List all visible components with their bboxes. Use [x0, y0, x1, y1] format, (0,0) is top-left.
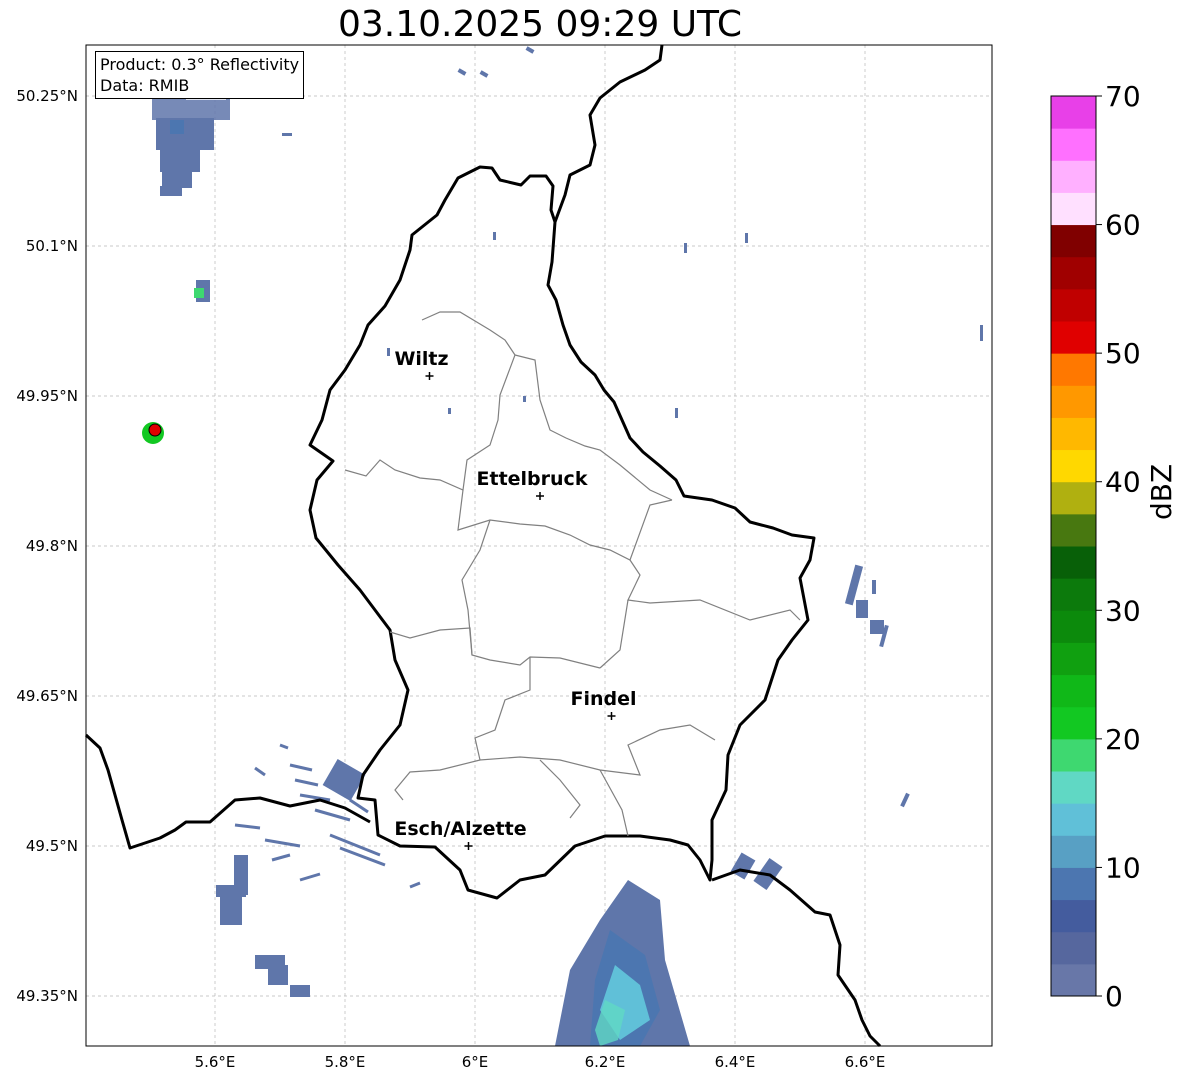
lat-tick-label: 49.95°N [16, 387, 78, 405]
city-marker: Wiltz [394, 348, 449, 380]
lon-tick-label: 6.4°E [715, 1053, 756, 1071]
colorbar-segment [1051, 192, 1096, 226]
city-label: Esch/Alzette [394, 818, 526, 840]
colorbar-segment [1051, 321, 1096, 354]
product-label: Product: 0.3° Reflectivity [100, 55, 300, 74]
colorbar-segment [1051, 867, 1096, 901]
data-source-label: Data: RMIB [100, 76, 190, 95]
city-markers: Wiltz Ettelbruck Findel Esch/Alzette [394, 348, 637, 850]
colorbar-segment [1051, 835, 1096, 868]
lon-tick-label: 5.8°E [325, 1053, 366, 1071]
country-borders [84, 44, 882, 1048]
colorbar-unit-label: dBZ [1145, 463, 1178, 520]
city-label: Ettelbruck [477, 468, 588, 490]
colorbar-segment [1051, 931, 1096, 965]
colorbar-tick-label: 30 [1105, 594, 1141, 627]
lon-tick-label: 6.2°E [585, 1053, 626, 1071]
axis-ticks: 50.25°N 50.1°N 49.95°N 49.8°N 49.65°N 49.5°N 4… [16, 87, 885, 1071]
colorbar-segment [1051, 674, 1096, 708]
colorbar-segment [1051, 578, 1096, 611]
product-info-box: Product: 0.3° Reflectivity Data: RMIB [95, 51, 305, 99]
lat-tick-label: 50.25°N [16, 87, 78, 105]
colorbar-segment [1051, 417, 1096, 451]
city-label: Wiltz [394, 348, 448, 370]
lon-tick-label: 5.6°E [195, 1053, 236, 1071]
lat-tick-label: 49.5°N [26, 837, 78, 855]
city-marker: Findel [570, 688, 637, 720]
lon-tick-label: 6.6°E [845, 1053, 886, 1071]
lat-tick-label: 49.35°N [16, 987, 78, 1005]
city-marker: Ettelbruck [477, 468, 588, 500]
lon-tick-label: 6°E [462, 1053, 489, 1071]
colorbar-tick-label: 50 [1105, 337, 1141, 370]
colorbar-segment [1051, 803, 1096, 836]
colorbar-segment [1051, 610, 1096, 643]
colorbar-segment [1051, 353, 1096, 386]
colorbar: 0 10 20 30 40 50 60 70 [1050, 80, 1141, 1013]
colorbar-segment [1051, 899, 1096, 933]
colorbar-segment [1051, 160, 1096, 193]
colorbar-segment [1051, 224, 1096, 258]
radar-map: 50.25°N 50.1°N 49.95°N 49.8°N 49.65°N 49.5°N 4… [16, 44, 1141, 1071]
colorbar-tick-label: 70 [1105, 80, 1141, 113]
colorbar-segment [1051, 128, 1096, 161]
lat-tick-label: 50.1°N [26, 237, 78, 255]
colorbar-segment [1051, 288, 1096, 322]
lat-tick-label: 49.65°N [16, 687, 78, 705]
colorbar-segment [1051, 513, 1096, 547]
colorbar-tick-label: 0 [1105, 980, 1123, 1013]
colorbar-segment [1051, 385, 1096, 418]
colorbar-segment [1051, 96, 1096, 129]
colorbar-segment [1051, 481, 1096, 515]
lat-tick-label: 49.8°N [26, 537, 78, 555]
colorbar-segment [1051, 706, 1096, 740]
colorbar-segment [1051, 642, 1096, 676]
colorbar-tick-label: 40 [1105, 466, 1141, 499]
colorbar-segment [1051, 546, 1096, 579]
colorbar-segment [1051, 449, 1096, 483]
colorbar-segment [1051, 256, 1096, 290]
colorbar-tick-label: 10 [1105, 851, 1141, 884]
colorbar-segment [1051, 738, 1096, 772]
city-label: Findel [570, 688, 636, 710]
colorbar-segment [1051, 963, 1096, 997]
canton-borders [344, 311, 801, 837]
colorbar-segment [1051, 771, 1096, 804]
colorbar-tick-label: 60 [1105, 209, 1141, 242]
colorbar-tick-label: 20 [1105, 723, 1141, 756]
